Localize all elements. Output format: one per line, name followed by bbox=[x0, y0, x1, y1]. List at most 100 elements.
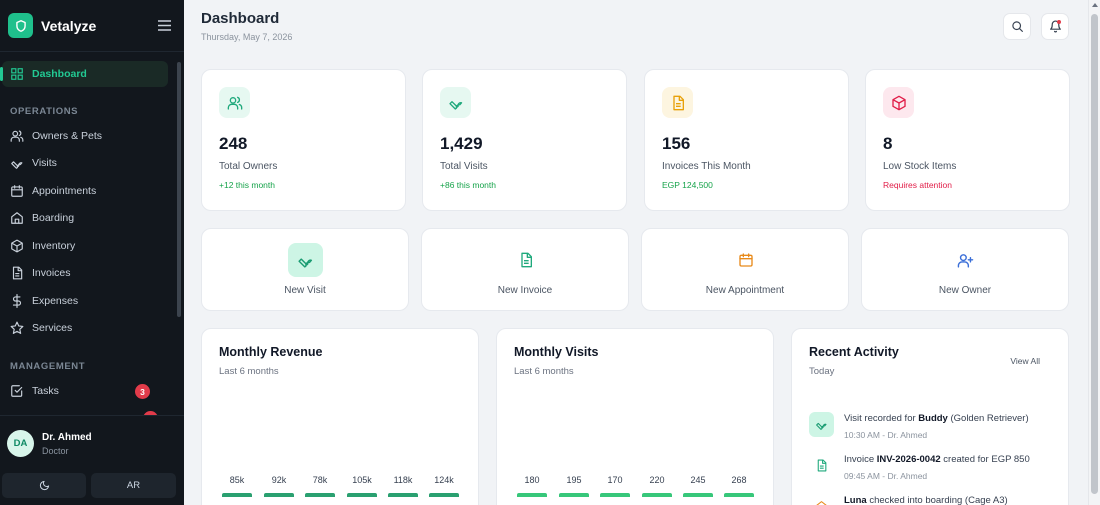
bar-fill bbox=[600, 493, 630, 497]
search-icon bbox=[1011, 21, 1023, 32]
stat-label: Total Owners bbox=[219, 161, 278, 172]
action-label: New Owner bbox=[938, 285, 992, 296]
action-label: New Visit bbox=[284, 285, 326, 296]
sidebar-item-inventory[interactable]: Inventory bbox=[0, 233, 176, 259]
bar-value: 118k bbox=[393, 475, 413, 485]
sidebar-item-label: Services bbox=[32, 322, 73, 334]
sidebar-header: Vetalyze bbox=[0, 0, 184, 52]
main-content: Dashboard Thursday, May 7, 2026 248 Tota… bbox=[184, 0, 1084, 505]
calendar-icon bbox=[728, 243, 763, 277]
user-profile[interactable]: DA Dr. Ahmed Doctor bbox=[7, 430, 92, 457]
calendar-icon bbox=[11, 185, 23, 197]
visits-bar: 220 bbox=[642, 475, 672, 497]
dollar-icon bbox=[12, 294, 22, 308]
wrench-icon bbox=[809, 412, 834, 437]
box-icon bbox=[11, 239, 23, 253]
revenue-bar: 105k bbox=[347, 475, 377, 497]
panel-title: Recent Activity bbox=[809, 345, 899, 359]
action-label: New Appointment bbox=[705, 285, 785, 296]
bar-fill bbox=[347, 493, 377, 497]
bar-fill bbox=[559, 493, 589, 497]
stat-card-owners[interactable]: 248 Total Owners +12 this month bbox=[201, 69, 406, 211]
home-icon bbox=[11, 212, 23, 224]
bar-fill bbox=[683, 493, 713, 497]
sidebar-item-services[interactable]: Services bbox=[0, 315, 176, 341]
bar-fill bbox=[517, 493, 547, 497]
bar-fill bbox=[264, 493, 294, 497]
stat-card-low-stock[interactable]: 8 Low Stock Items Requires attention bbox=[865, 69, 1070, 211]
scrollbar-thumb[interactable] bbox=[1091, 14, 1098, 494]
file-icon bbox=[508, 243, 543, 277]
user-role: Doctor bbox=[42, 445, 69, 456]
panel-subtitle: Last 6 months bbox=[514, 366, 574, 377]
stat-label: Low Stock Items bbox=[883, 161, 957, 172]
page-title: Dashboard bbox=[201, 10, 280, 27]
stat-value: 8 bbox=[883, 134, 893, 153]
visits-bar: 195 bbox=[559, 475, 589, 497]
bar-value: 170 bbox=[607, 475, 623, 485]
notifications-button[interactable] bbox=[1041, 13, 1069, 40]
stat-subtext: +86 this month bbox=[440, 180, 496, 190]
sidebar-item-label: Appointments bbox=[32, 185, 97, 197]
section-label-management: MANAGEMENT bbox=[10, 361, 86, 372]
sidebar-item-label: Invoices bbox=[32, 267, 71, 279]
user-plus-icon bbox=[948, 243, 983, 277]
monthly-visits-panel: Monthly Visits Last 6 months 180 195 170… bbox=[496, 328, 774, 505]
sidebar-item-label: Visits bbox=[32, 157, 57, 169]
sidebar-item-visits[interactable]: Visits bbox=[0, 150, 176, 176]
sidebar-item-boarding[interactable]: Boarding bbox=[0, 205, 176, 231]
new-owner-button[interactable]: New Owner bbox=[861, 228, 1069, 311]
bar-value: 124k bbox=[434, 475, 454, 485]
file-icon bbox=[12, 266, 23, 280]
activity-text: Visit recorded for Buddy (Golden Retriev… bbox=[844, 413, 1029, 424]
visits-bar: 245 bbox=[683, 475, 713, 497]
wrench-icon bbox=[11, 161, 23, 169]
section-label-operations: OPERATIONS bbox=[10, 106, 79, 117]
stat-label: Invoices This Month bbox=[662, 161, 751, 172]
visits-bar: 180 bbox=[517, 475, 547, 497]
hamburger-menu-icon[interactable] bbox=[154, 16, 174, 36]
stat-card-invoices[interactable]: 156 Invoices This Month EGP 124,500 bbox=[644, 69, 849, 211]
user-name: Dr. Ahmed bbox=[42, 431, 92, 443]
avatar: DA bbox=[7, 430, 34, 457]
stat-subtext: EGP 124,500 bbox=[662, 180, 713, 190]
view-all-link[interactable]: View All bbox=[1010, 356, 1040, 366]
theme-toggle-button[interactable] bbox=[2, 473, 86, 498]
bar-fill bbox=[388, 493, 418, 497]
home-icon bbox=[809, 494, 834, 505]
revenue-bar: 78k bbox=[305, 475, 335, 497]
sidebar-item-tasks[interactable]: Tasks 3 bbox=[0, 378, 176, 404]
bar-fill bbox=[222, 493, 252, 497]
sidebar-item-appointments[interactable]: Appointments bbox=[0, 178, 176, 204]
action-label: New Invoice bbox=[497, 285, 553, 296]
sidebar-item-invoices[interactable]: Invoices bbox=[0, 260, 176, 286]
bar-fill bbox=[305, 493, 335, 497]
sidebar-item-label: Boarding bbox=[32, 212, 75, 224]
bar-value: 85k bbox=[229, 475, 245, 485]
bar-fill bbox=[429, 493, 459, 497]
stat-value: 248 bbox=[219, 134, 248, 153]
sidebar-scrollbar[interactable] bbox=[177, 62, 181, 317]
moon-icon bbox=[39, 480, 49, 491]
new-appointment-button[interactable]: New Appointment bbox=[641, 228, 849, 311]
new-invoice-button[interactable]: New Invoice bbox=[421, 228, 629, 311]
file-icon bbox=[662, 87, 693, 118]
language-button[interactable]: AR bbox=[91, 473, 176, 498]
revenue-bar: 124k bbox=[429, 475, 459, 497]
grid-icon bbox=[11, 68, 23, 80]
search-button[interactable] bbox=[1003, 13, 1031, 40]
sidebar-item-owners-pets[interactable]: Owners & Pets bbox=[0, 123, 176, 149]
new-visit-button[interactable]: New Visit bbox=[201, 228, 409, 311]
page-scrollbar[interactable] bbox=[1088, 0, 1100, 505]
sidebar-item-expenses[interactable]: Expenses bbox=[0, 288, 176, 314]
scroll-up-arrow-icon[interactable] bbox=[1092, 3, 1098, 7]
panel-subtitle: Last 6 months bbox=[219, 366, 279, 377]
stat-card-visits[interactable]: 1,429 Total Visits +86 this month bbox=[422, 69, 627, 211]
star-icon bbox=[10, 321, 24, 335]
sidebar-nav: Dashboard OPERATIONS Owners & Pets Visit… bbox=[0, 52, 184, 415]
sidebar-footer: DA Dr. Ahmed Doctor AR bbox=[0, 415, 184, 505]
monthly-revenue-panel: Monthly Revenue Last 6 months 85k 92k 78… bbox=[201, 328, 479, 505]
revenue-bar: 92k bbox=[264, 475, 294, 497]
sidebar-item-dashboard[interactable]: Dashboard bbox=[0, 61, 168, 87]
check-square-icon bbox=[11, 385, 23, 397]
